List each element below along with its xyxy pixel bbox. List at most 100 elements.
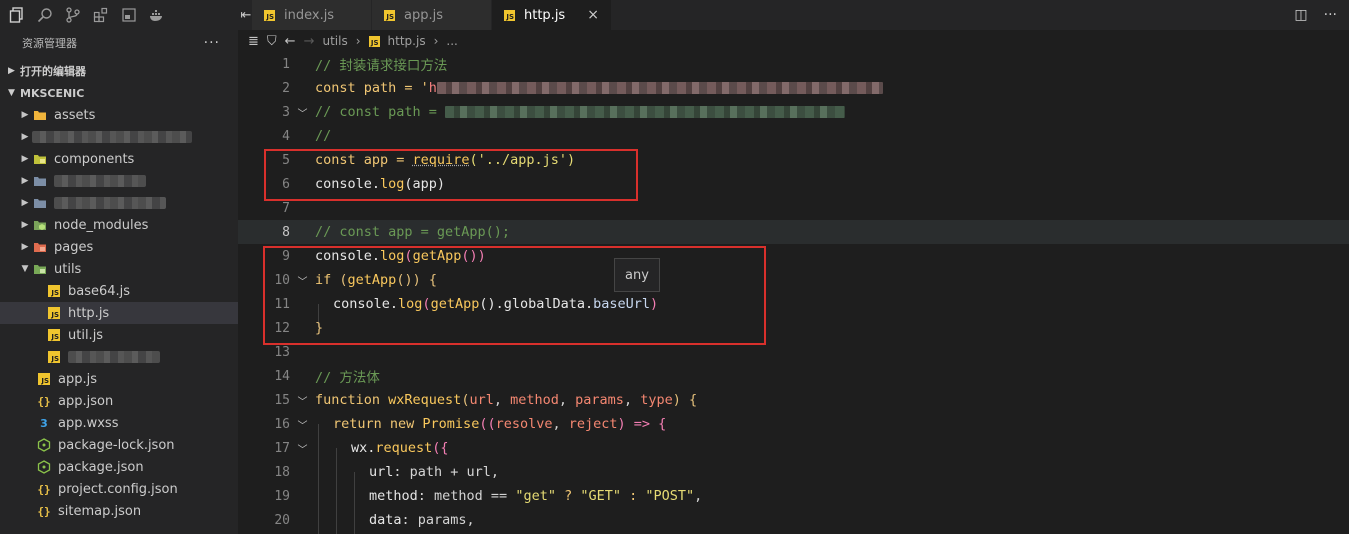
forward-arrow-icon[interactable]: → bbox=[304, 34, 315, 49]
chevron-down-icon[interactable]: ﹀ bbox=[290, 417, 315, 432]
chevron-down-icon[interactable]: ﹀ bbox=[290, 441, 315, 456]
breadcrumb-file[interactable]: http.js bbox=[388, 34, 426, 48]
code-line: 16 ﹀ return new Promise((resolve, reject)… bbox=[238, 412, 1349, 436]
tree-item-package-lock-json[interactable]: package-lock.json bbox=[0, 434, 238, 456]
code-text: // bbox=[315, 128, 332, 144]
breadcrumb-more[interactable]: ... bbox=[446, 34, 457, 48]
explorer-title: 资源管理器 bbox=[22, 37, 77, 50]
tree-item-label: components bbox=[54, 151, 135, 167]
chevron-down-icon[interactable]: ﹀ bbox=[290, 105, 315, 120]
code-text: method bbox=[369, 488, 418, 504]
redacted-label bbox=[68, 351, 160, 363]
tree-item-redacted[interactable]: ▶ bbox=[0, 126, 238, 148]
tab-bar: ⇤ JS index.js JS app.js JS http.js × ◫ ·… bbox=[238, 0, 1349, 30]
code-text: return bbox=[333, 416, 390, 432]
tab-http-js[interactable]: JS http.js × bbox=[492, 0, 612, 30]
tree-item-package-json[interactable]: package.json bbox=[0, 456, 238, 478]
docker-icon[interactable] bbox=[148, 6, 166, 24]
tree-item-app-js[interactable]: JS app.js bbox=[0, 368, 238, 390]
source-control-icon[interactable] bbox=[64, 6, 82, 24]
tree-item-redacted[interactable]: JS bbox=[0, 346, 238, 368]
js-file-icon: JS bbox=[46, 305, 62, 321]
code-line: 15 ﹀ function wxRequest(url, method, para… bbox=[238, 388, 1349, 412]
tree-item-util-js[interactable]: JS util.js bbox=[0, 324, 238, 346]
line-number: 15 bbox=[274, 392, 290, 408]
code-text: ) { bbox=[672, 392, 698, 408]
chevron-right-icon: ▶ bbox=[21, 132, 29, 142]
js-file-icon: JS bbox=[36, 371, 52, 387]
tree-item-project-config-json[interactable]: {} project.config.json bbox=[0, 478, 238, 500]
chevron-down-icon[interactable]: ﹀ bbox=[290, 393, 315, 408]
tab-label: http.js bbox=[524, 7, 566, 23]
tree-item-pages[interactable]: ▶ pages bbox=[0, 236, 238, 258]
close-icon[interactable]: × bbox=[587, 7, 599, 23]
tree-item-label: package.json bbox=[58, 459, 144, 475]
code-line: 3 ﹀ // const path = bbox=[238, 100, 1349, 124]
tree-item-node-modules[interactable]: ▶ node_modules bbox=[0, 214, 238, 236]
tree-item-redacted[interactable]: ▶ bbox=[0, 192, 238, 214]
line-number: 2 bbox=[282, 80, 290, 96]
code-text: : bbox=[621, 488, 646, 504]
breadcrumb-folder[interactable]: utils bbox=[322, 34, 347, 48]
code-text: // const app = getApp(); bbox=[315, 224, 511, 240]
code-text: method bbox=[510, 392, 559, 408]
redacted-code bbox=[436, 82, 883, 94]
tree-item-assets[interactable]: ▶ assets bbox=[0, 104, 238, 126]
tree-item-app-wxss[interactable]: 3 app.wxss bbox=[0, 412, 238, 434]
components-folder-icon bbox=[32, 151, 48, 167]
npm-file-icon bbox=[36, 437, 52, 453]
tab-label: index.js bbox=[284, 7, 335, 23]
more-actions-icon[interactable]: ··· bbox=[1324, 7, 1337, 23]
tree-item-http-js[interactable]: JS http.js bbox=[0, 302, 238, 324]
code-text: url bbox=[369, 464, 394, 480]
chevron-down-icon: ▼ bbox=[8, 88, 15, 98]
tree-item-redacted[interactable]: ▶ bbox=[0, 170, 238, 192]
code-text: wx. bbox=[351, 440, 376, 456]
code-text: data bbox=[369, 512, 402, 528]
tab-index-js[interactable]: JS index.js bbox=[252, 0, 372, 30]
project-section[interactable]: ▼ MKSCENIC bbox=[0, 82, 238, 104]
tree-item-base64-js[interactable]: JS base64.js bbox=[0, 280, 238, 302]
tree-item-sitemap-json[interactable]: {} sitemap.json bbox=[0, 500, 238, 522]
tree-item-app-json[interactable]: {} app.json bbox=[0, 390, 238, 412]
tab-app-js[interactable]: JS app.js bbox=[372, 0, 492, 30]
code-editor[interactable]: 1 // 封装请求接口方法 2 const path = 'h 3 ﹀ // co… bbox=[238, 52, 1349, 534]
tree-item-label: app.json bbox=[58, 393, 114, 409]
copy-icon[interactable] bbox=[8, 6, 26, 24]
json-file-icon: {} bbox=[37, 394, 51, 408]
remote-icon[interactable] bbox=[120, 6, 138, 24]
split-editor-icon[interactable]: ◫ bbox=[1294, 7, 1307, 23]
more-actions-icon[interactable]: ··· bbox=[204, 35, 220, 51]
bookmark-icon[interactable]: ⛉ bbox=[267, 34, 277, 49]
tree-item-label: project.config.json bbox=[58, 481, 178, 497]
code-text: "get" bbox=[515, 488, 556, 504]
tree-item-components[interactable]: ▶ components bbox=[0, 148, 238, 170]
line-number: 4 bbox=[282, 128, 290, 144]
open-editors-section[interactable]: ▶ 打开的编辑器 bbox=[0, 60, 238, 82]
js-file-icon: JS bbox=[384, 9, 395, 21]
line-number: 13 bbox=[274, 344, 290, 360]
code-text: Promise bbox=[422, 416, 480, 432]
code-text: function bbox=[315, 392, 389, 408]
npm-file-icon bbox=[36, 459, 52, 475]
code-line: 18 url: path + url, bbox=[238, 460, 1349, 484]
pages-folder-icon bbox=[32, 239, 48, 255]
list-icon[interactable]: ≣ bbox=[248, 34, 259, 49]
json-file-icon: {} bbox=[37, 482, 51, 496]
file-tree: ▶ assets ▶ ▶ components ▶ ▶ ▶ node_modul… bbox=[0, 104, 238, 522]
utils-folder-open-icon bbox=[32, 261, 48, 277]
code-text: , bbox=[694, 488, 703, 504]
chevron-right-icon: ▶ bbox=[21, 110, 29, 120]
code-text: : method == bbox=[417, 488, 516, 504]
search-icon[interactable] bbox=[36, 6, 54, 24]
code-text: reject bbox=[568, 416, 618, 432]
tree-item-label: node_modules bbox=[54, 217, 149, 233]
code-text: , bbox=[623, 392, 641, 408]
back-to-sidebar-icon[interactable]: ⇤ bbox=[240, 0, 252, 30]
tree-item-utils[interactable]: ▼ utils bbox=[0, 258, 238, 280]
back-arrow-icon[interactable]: ← bbox=[285, 34, 296, 49]
extensions-icon[interactable] bbox=[92, 6, 110, 24]
activity-bar bbox=[0, 0, 238, 30]
editor-pane: ⇤ JS index.js JS app.js JS http.js × ◫ ·… bbox=[238, 0, 1349, 534]
line-number: 17 bbox=[274, 440, 290, 456]
